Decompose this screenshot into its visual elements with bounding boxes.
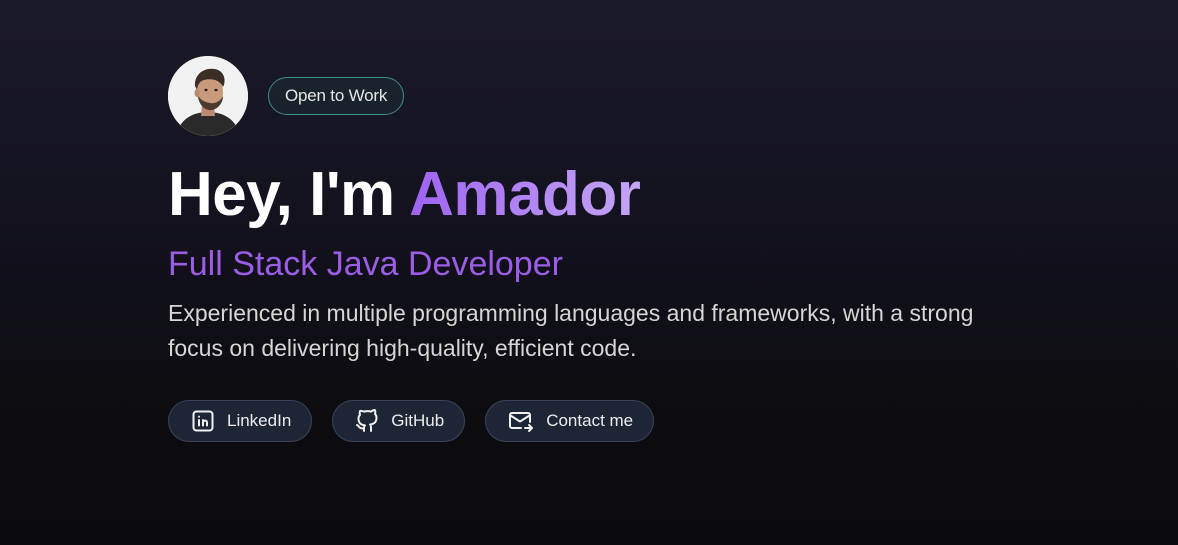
contact-button[interactable]: Contact me bbox=[485, 400, 655, 442]
github-icon bbox=[355, 409, 379, 433]
name-text: Amador bbox=[409, 160, 641, 229]
mail-icon bbox=[508, 409, 534, 433]
linkedin-icon bbox=[191, 409, 215, 433]
avatar-photo bbox=[168, 56, 248, 136]
linkedin-label: LinkedIn bbox=[227, 411, 292, 430]
description-text: Experienced in multiple programming lang… bbox=[168, 300, 974, 361]
role-title: Full Stack Java Developer bbox=[168, 245, 563, 283]
contact-label: Contact me bbox=[546, 411, 634, 430]
linkedin-button[interactable]: LinkedIn bbox=[168, 400, 313, 442]
open-to-work-badge: Open to Work bbox=[268, 77, 405, 115]
hero-section: Open to Work Hey, I'm Amador Full Stack … bbox=[168, 56, 1068, 442]
github-label: GitHub bbox=[391, 411, 445, 430]
profile-row: Open to Work bbox=[168, 56, 1068, 136]
avatar bbox=[168, 56, 248, 136]
greeting-text: Hey, I'm bbox=[168, 160, 395, 229]
page-title: Hey, I'm Amador bbox=[168, 162, 1068, 228]
github-button[interactable]: GitHub bbox=[332, 400, 466, 442]
social-actions: LinkedIn GitHub Contact me bbox=[168, 400, 1068, 442]
